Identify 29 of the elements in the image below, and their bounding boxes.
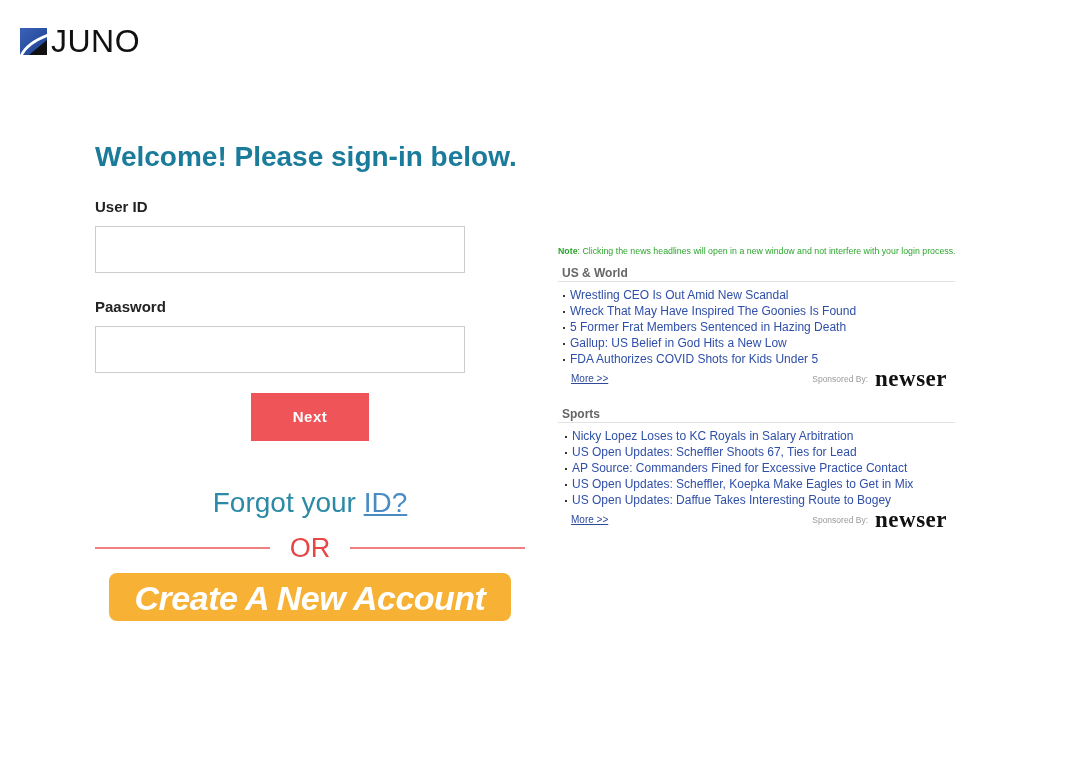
sponsor-label: Sponsored By: — [812, 514, 868, 526]
headline-link[interactable]: Wreck That May Have Inspired The Goonies Is Found — [570, 303, 857, 319]
headline-link[interactable]: FDA Authorizes COVID Shots for Kids Under 5 — [570, 351, 819, 367]
headline-link[interactable]: AP Source: Commanders Fined for Excessive Practice Contact — [572, 460, 908, 476]
headline-link[interactable]: US Open Updates: Scheffler, Koepka Make Eagles to Get in Mix — [572, 476, 914, 492]
headline-link[interactable]: US Open Updates: Daffue Takes Interesting Route to Bogey — [572, 492, 892, 508]
headline-link[interactable]: Wrestling CEO Is Out Amid New Scandal — [570, 287, 789, 303]
or-divider-text: OR — [289, 533, 331, 563]
sponsor-logo: newser — [875, 369, 947, 389]
headline-link[interactable]: Gallup: US Belief in God Hits a New Low — [570, 335, 787, 351]
field-label: User ID — [95, 197, 148, 217]
logo-text: JUNO — [51, 26, 141, 56]
logo-mark-icon — [20, 27, 47, 55]
sponsor-logo: newser — [875, 510, 947, 530]
headline-link[interactable]: Nicky Lopez Loses to KC Royals in Salary Arbitration — [572, 428, 854, 444]
news-section-title: Sports — [558, 407, 955, 423]
headline-link[interactable]: 5 Former Frat Members Sentenced in Hazing Death — [570, 319, 847, 335]
more-link[interactable]: More >> — [571, 373, 609, 385]
sponsor-label: Sponsored By: — [812, 373, 868, 385]
welcome-heading: Welcome! Please sign-in below. — [95, 140, 517, 174]
input-field[interactable] — [95, 226, 465, 273]
input-field[interactable] — [95, 326, 465, 373]
news-section-title: US & World — [558, 266, 955, 282]
field-label: Paasword — [95, 297, 166, 317]
news-note: Note: Clicking the news headlines will open in a new window and not interfere with your login process. — [558, 245, 956, 257]
forgot-id-text: Forgot your ID? — [212, 487, 408, 519]
more-link[interactable]: More >> — [571, 514, 609, 526]
headline-link[interactable]: US Open Updates: Scheffler Shoots 67, Ties for Lead — [572, 444, 857, 460]
forgot-id-link[interactable]: ID? — [363, 487, 408, 518]
